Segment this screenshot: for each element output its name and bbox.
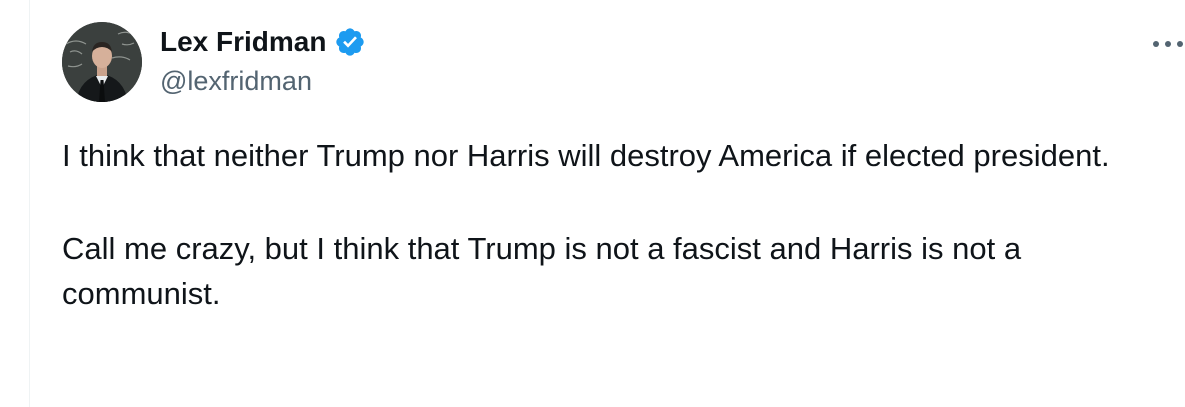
tweet-text: I think that neither Trump nor Harris wi…: [62, 133, 1142, 316]
tweet-paragraph: Call me crazy, but I think that Trump is…: [62, 231, 1022, 311]
left-divider: [29, 0, 30, 407]
author-name-row: Lex Fridman: [160, 24, 366, 60]
author-display-name[interactable]: Lex Fridman: [160, 24, 326, 60]
verified-badge-icon: [334, 26, 366, 58]
tweet-paragraph: I think that neither Trump nor Harris wi…: [62, 138, 1110, 173]
more-options-icon[interactable]: [1152, 36, 1185, 52]
avatar[interactable]: [62, 22, 142, 102]
author-handle[interactable]: @lexfridman: [160, 64, 312, 98]
